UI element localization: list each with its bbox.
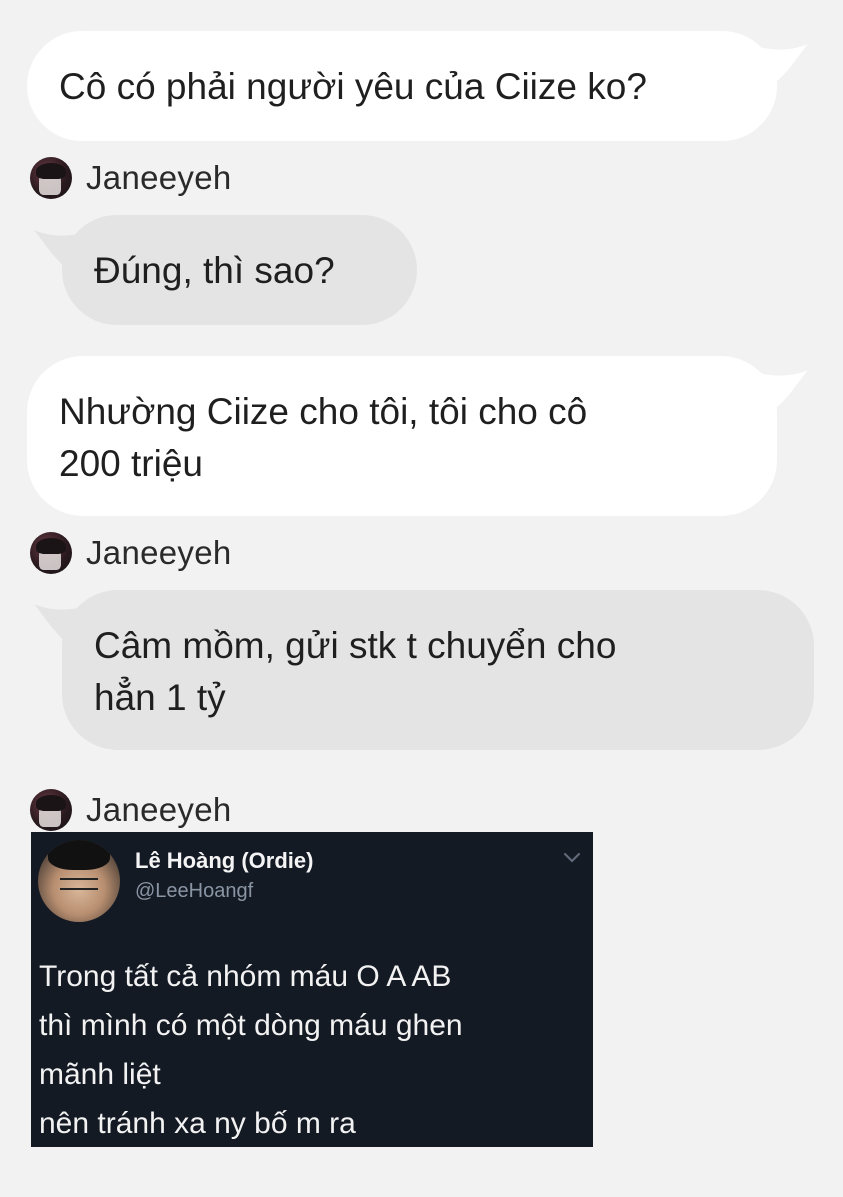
tweet-body-line: mãnh liệt bbox=[39, 1058, 161, 1091]
message-text-line: Câm mồm, gửi stk t chuyển cho bbox=[94, 625, 617, 666]
sender-avatar[interactable] bbox=[30, 789, 72, 831]
tweet-author-handle: @LeeHoangf bbox=[135, 880, 254, 902]
tweet-body-line: Trong tất cả nhóm máu O A AB bbox=[39, 960, 452, 993]
incoming-message-bubble[interactable]: Câm mồm, gửi stk t chuyển cho hẳn 1 tỷ bbox=[62, 590, 814, 750]
message-text: Cô có phải người yêu của Ciize ko? bbox=[59, 66, 647, 107]
message-text-line: Nhường Ciize cho tôi, tôi cho cô bbox=[59, 391, 588, 432]
tweet-body: Trong tất cả nhóm máu O A AB thì mình có… bbox=[39, 952, 579, 1148]
sender-header: Janeeyeh bbox=[30, 788, 232, 832]
tweet-body-line: nên tránh xa ny bố m ra bbox=[39, 1107, 356, 1140]
sender-avatar[interactable] bbox=[30, 532, 72, 574]
bubble-tail bbox=[756, 370, 808, 408]
chevron-down-icon bbox=[563, 852, 581, 863]
sender-avatar[interactable] bbox=[30, 157, 72, 199]
sender-name: Janeeyeh bbox=[86, 159, 232, 196]
outgoing-message-bubble[interactable]: Cô có phải người yêu của Ciize ko? bbox=[27, 31, 777, 141]
sender-header: Janeeyeh bbox=[30, 531, 232, 575]
outgoing-message-bubble[interactable]: Nhường Ciize cho tôi, tôi cho cô 200 tri… bbox=[27, 356, 777, 516]
bubble-tail bbox=[756, 44, 808, 82]
sender-name: Janeeyeh bbox=[86, 791, 232, 828]
tweet-author-name: Lê Hoàng (Ordie) bbox=[135, 848, 314, 873]
message-text-line: hẳn 1 tỷ bbox=[94, 677, 226, 718]
incoming-message-bubble[interactable]: Đúng, thì sao? bbox=[62, 215, 417, 325]
tweet-screenshot-image[interactable]: Lê Hoàng (Ordie) @LeeHoangf Trong tất cả… bbox=[31, 832, 593, 1147]
message-text: Đúng, thì sao? bbox=[94, 250, 335, 291]
sender-header: Janeeyeh bbox=[30, 156, 232, 200]
sender-name: Janeeyeh bbox=[86, 534, 232, 571]
tweet-author-avatar bbox=[38, 840, 120, 922]
message-text-line: 200 triệu bbox=[59, 443, 203, 484]
tweet-body-line: thì mình có một dòng máu ghen bbox=[39, 1009, 463, 1042]
